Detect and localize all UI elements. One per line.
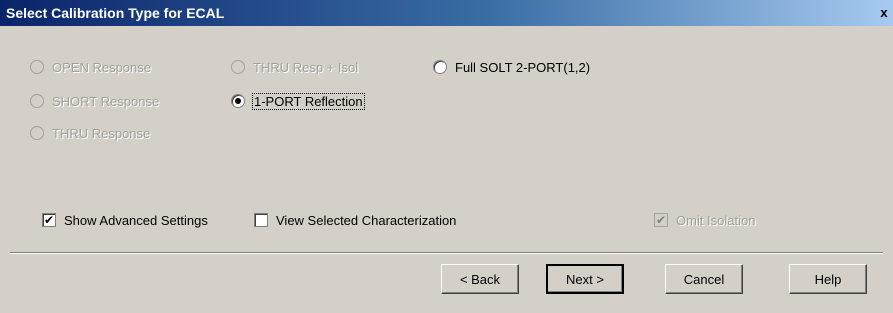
radio-label: THRU Response: [52, 125, 151, 141]
back-button[interactable]: < Back: [441, 264, 519, 294]
checkmark-icon: ✔: [654, 213, 668, 227]
radio-thru-resp-isol[interactable]: THRU Resp + Isol: [231, 58, 358, 76]
checkbox-show-advanced-settings[interactable]: ✔ Show Advanced Settings: [42, 211, 208, 229]
checkbox-label: View Selected Characterization: [276, 212, 457, 228]
checkbox-label: Omit Isolation: [676, 212, 756, 228]
window-title: Select Calibration Type for ECAL: [6, 5, 225, 21]
radio-label: 1-PORT Reflection: [252, 92, 365, 110]
radio-1-port-reflection[interactable]: 1-PORT Reflection: [231, 92, 365, 110]
radio-label: THRU Resp + Isol: [253, 59, 359, 75]
radio-short-response[interactable]: SHORT Response: [30, 92, 159, 110]
cancel-button[interactable]: Cancel: [665, 264, 743, 294]
radio-full-solt-2-port[interactable]: Full SOLT 2-PORT(1,2): [433, 58, 590, 76]
radio-indicator: [30, 94, 44, 108]
checkbox-omit-isolation[interactable]: ✔ Omit Isolation: [654, 211, 755, 229]
radio-indicator: [30, 60, 44, 74]
radio-label: Full SOLT 2-PORT(1,2): [455, 59, 591, 75]
checkbox-label: Show Advanced Settings: [64, 212, 208, 228]
next-button[interactable]: Next >: [546, 264, 624, 294]
radio-indicator: [30, 126, 44, 140]
radio-open-response[interactable]: OPEN Response: [30, 58, 151, 76]
radio-label: SHORT Response: [52, 93, 160, 109]
checkbox-box: [254, 213, 268, 227]
radio-indicator-selected: [231, 94, 245, 108]
separator: [10, 252, 883, 254]
title-bar: Select Calibration Type for ECAL x: [0, 0, 893, 26]
help-button[interactable]: Help: [789, 264, 867, 294]
radio-indicator: [231, 60, 245, 74]
checkbox-view-selected-characterization[interactable]: View Selected Characterization: [254, 211, 456, 229]
close-icon[interactable]: x: [877, 4, 891, 22]
radio-indicator: [433, 60, 447, 74]
checkmark-icon: ✔: [42, 213, 56, 227]
radio-thru-response[interactable]: THRU Response: [30, 124, 150, 142]
radio-label: OPEN Response: [52, 59, 151, 75]
